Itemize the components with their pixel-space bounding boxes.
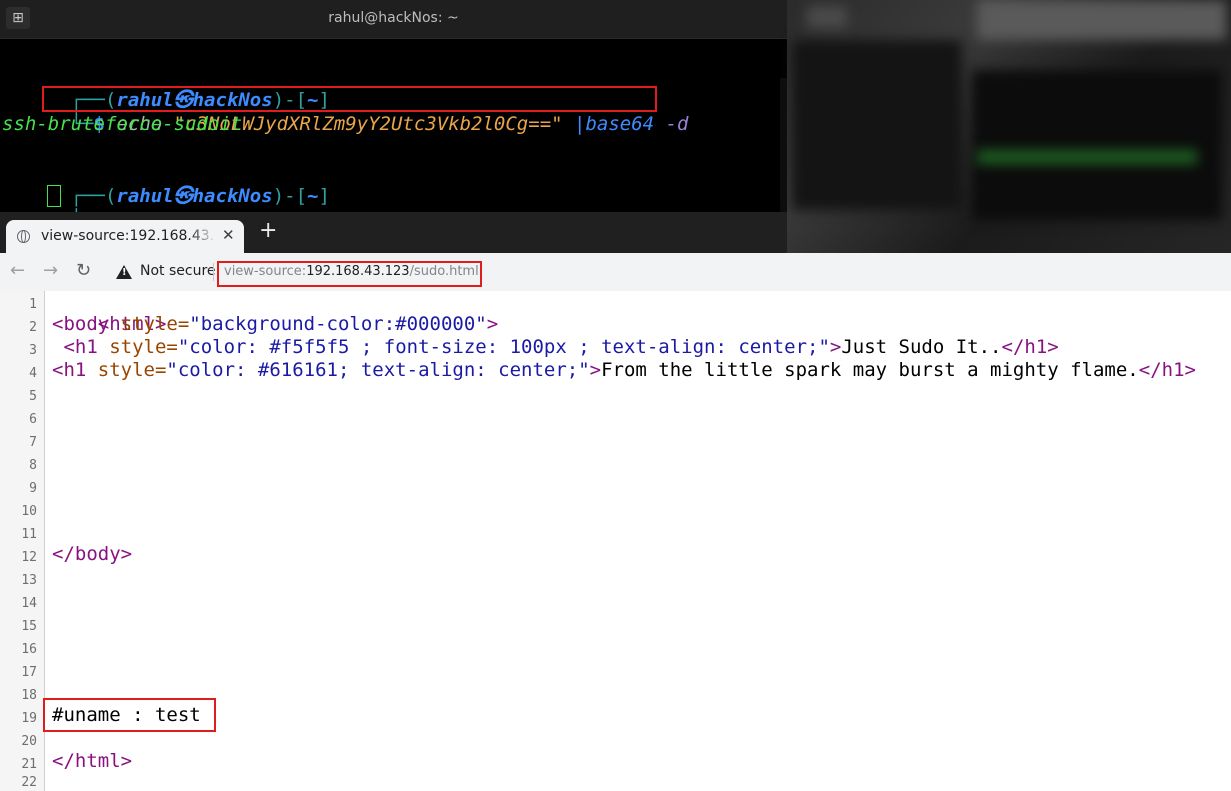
line-number: 6 [29, 412, 37, 427]
tab-title: view-source:192.168.43.123/sudo.html [41, 228, 216, 244]
line-number: 21 [21, 757, 37, 772]
line-number: 16 [21, 642, 37, 657]
blurred-button [807, 6, 847, 28]
forward-arrow-icon[interactable]: → [43, 261, 58, 281]
blurred-text-line [977, 150, 1197, 164]
warning-icon[interactable] [116, 265, 132, 279]
line-number: 3 [29, 343, 37, 358]
code-value: "background-color:#000000" [189, 313, 487, 335]
terminal-cursor [47, 185, 61, 207]
source-line-12: </body> [52, 543, 132, 566]
code-tag: </html> [52, 750, 133, 772]
line-number: 11 [21, 527, 37, 542]
source-line-2: <body style="background-color:#000000"> [52, 313, 498, 336]
prompt-close: ] [318, 185, 330, 207]
blurred-panel [972, 70, 1222, 220]
code-tag: > [829, 336, 842, 358]
prompt-sep: )-[ [272, 185, 308, 207]
browser-toolbar: ← → ↻ Not secure [0, 253, 1231, 292]
uname-highlight-box [43, 698, 216, 732]
line-number: 7 [29, 435, 37, 450]
line-number: 13 [21, 573, 37, 588]
code-tag: > [589, 359, 602, 381]
line-number: 5 [29, 389, 37, 404]
line-number: 8 [29, 458, 37, 473]
back-arrow-icon[interactable]: ← [10, 261, 25, 281]
terminal-title: rahul@hackNos: ~ [328, 10, 459, 26]
line-number: 15 [21, 619, 37, 634]
code-tag: <body [52, 313, 121, 335]
blurred-titlebar [977, 0, 1227, 40]
line-number: 2 [29, 320, 37, 335]
terminal-body[interactable]: ┌──(rahul㉿hackNos)-[~] └─$ echo "c3NoLWJ… [0, 39, 787, 251]
code-tag: </body> [52, 543, 133, 565]
new-tab-button[interactable]: + [259, 218, 277, 243]
line-number: 1 [29, 297, 37, 312]
cmd-flag: -d [665, 113, 689, 135]
cmd-base64: base64 [585, 113, 666, 135]
url-separator [213, 263, 214, 281]
code-tag: <h1 [52, 359, 98, 381]
code-tag: </h1> [1138, 359, 1196, 381]
code-attr: style= [97, 359, 167, 381]
prompt-dir: ~ [307, 185, 319, 207]
code-value: "color: #f5f5f5 ; font-size: 100px ; tex… [177, 336, 830, 358]
prompt-line: ┌──(rahul㉿hackNos)-[~] [2, 160, 330, 207]
terminal-titlebar: ⊞ rahul@hackNos: ~ [0, 0, 787, 39]
source-line-21: </html> [52, 750, 132, 773]
code-tag: </h1> [1001, 336, 1059, 358]
line-number: 10 [21, 504, 37, 519]
line-number: 14 [21, 596, 37, 611]
code-attr: style= [120, 313, 190, 335]
cmd-pipe: | [562, 113, 586, 135]
code-text: From the little spark may burst a mighty… [601, 359, 1139, 381]
code-tag: <h1 [63, 336, 110, 358]
command-output: ssh-bruteforce-sudoit [2, 113, 243, 135]
prompt-line: ┌──(rahul㉿hackNos)-[~] [2, 64, 330, 111]
url-highlight-box [217, 261, 482, 287]
command-highlight-box [42, 86, 657, 112]
code-attr: style= [109, 336, 178, 358]
blurred-background [787, 0, 1231, 253]
code-value: "color: #616161; text-align: center;" [166, 359, 590, 381]
line-number: 4 [29, 366, 37, 381]
tab-view-source[interactable]: view-source:192.168.43.123/sudo.html ✕ [6, 220, 244, 253]
line-number: 19 [21, 711, 37, 726]
prompt-user: rahul㉿hackNos [116, 185, 273, 207]
line-number-gutter: 1 2 3 4 5 6 7 8 9 10 11 12 13 14 15 16 1… [0, 291, 45, 791]
blurred-panel [792, 40, 962, 210]
not-secure-label[interactable]: Not secure [140, 263, 216, 279]
line-number: 22 [21, 775, 37, 790]
source-view[interactable]: 1 2 3 4 5 6 7 8 9 10 11 12 13 14 15 16 1… [0, 291, 1231, 791]
line-number: 9 [29, 481, 37, 496]
line-number: 20 [21, 734, 37, 749]
line-number: 18 [21, 688, 37, 703]
close-icon[interactable]: ✕ [222, 226, 235, 244]
source-line-4: <h1 style="color: #616161; text-align: c… [52, 359, 1196, 382]
reload-icon[interactable]: ↻ [76, 261, 91, 281]
line-number: 12 [21, 550, 37, 565]
terminal-window: ⊞ rahul@hackNos: ~ ┌──(rahul㉿hackNos)-[~… [0, 0, 787, 251]
globe-icon [17, 230, 30, 243]
code-tag: > [486, 313, 499, 335]
code-text: Just Sudo It.. [841, 336, 1002, 358]
line-number: 17 [21, 665, 37, 680]
source-line-3: <h1 style="color: #f5f5f5 ; font-size: 1… [52, 336, 1059, 359]
browser-tab-strip: view-source:192.168.43.123/sudo.html ✕ [0, 212, 787, 253]
